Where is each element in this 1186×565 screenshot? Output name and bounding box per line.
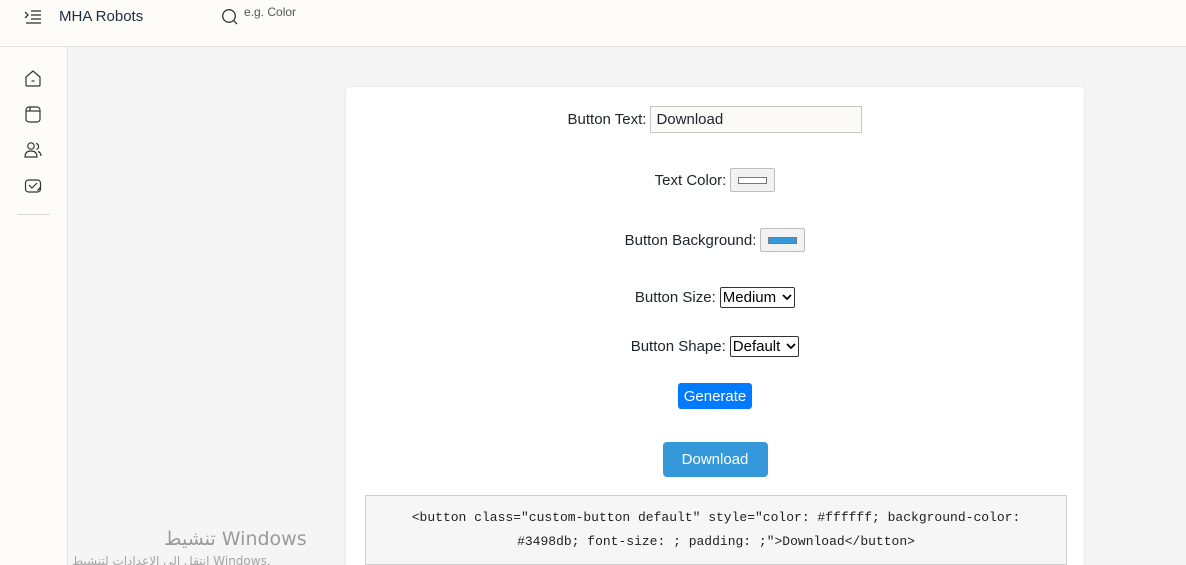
search-icon[interactable] [221,8,238,25]
button-shape-label: Button Shape: [630,337,726,355]
menu-toggle-icon[interactable] [24,9,42,25]
document-icon[interactable] [23,104,43,124]
button-background-picker[interactable] [760,228,806,252]
mail-check-icon[interactable] [23,176,43,196]
watermark-subtitle: انتقل إلى الإعدادات لتنشيط Windows. [72,554,271,565]
sidebar-divider [18,214,50,215]
button-text-row: Button Text: [346,105,1084,133]
generated-code-box[interactable]: <button class="custom-button default" st… [365,495,1067,565]
button-text-input[interactable] [650,105,863,133]
users-icon[interactable] [23,140,43,160]
button-background-row: Button Background: [346,227,1084,253]
watermark-title: تنشيط Windows [164,528,307,550]
chevron-down-icon [782,293,792,300]
text-color-fill [738,177,768,184]
code-line: <button class="custom-button default" st… [411,510,1021,525]
home-icon[interactable] [23,68,43,88]
button-size-select[interactable]: Medium [719,286,796,308]
preview-download-button[interactable]: Download [662,442,768,477]
generate-button[interactable]: Generate [677,383,753,409]
button-generator-card: Button Text: Text Color: Button Backgrou… [346,87,1084,565]
generate-row: Generate [346,383,1084,409]
text-color-row: Text Color: [346,167,1084,193]
button-shape-select[interactable]: Default [729,335,800,357]
button-shape-value: Default [732,337,781,355]
brand-title[interactable]: MHA Robots [59,8,143,25]
sidebar [0,47,68,565]
preview-row: Download [346,442,1084,477]
button-background-fill [768,237,798,244]
top-bar: MHA Robots [0,0,1186,47]
code-line: #3498db; font-size: ; padding: ;">Downlo… [517,534,915,549]
text-color-label: Text Color: [654,171,727,189]
search-input[interactable] [244,3,444,21]
button-size-row: Button Size: Medium [346,286,1084,308]
text-color-picker[interactable] [730,168,776,192]
chevron-down-icon [786,342,796,349]
button-size-value: Medium [722,288,777,306]
button-size-label: Button Size: [634,288,716,306]
button-text-label: Button Text: [567,110,647,128]
button-background-label: Button Background: [624,231,757,249]
button-shape-row: Button Shape: Default [346,335,1084,357]
